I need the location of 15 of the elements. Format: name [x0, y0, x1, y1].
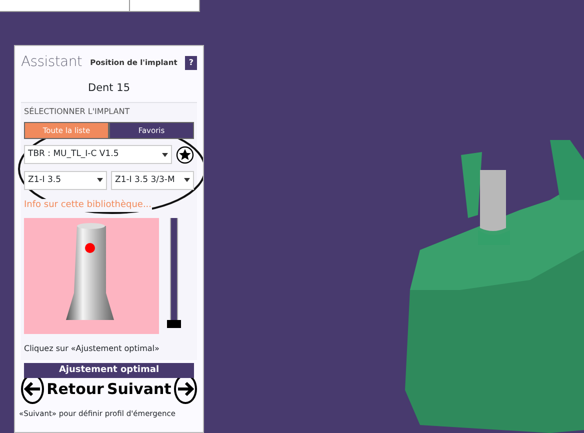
panel-title: Assistant	[21, 53, 82, 72]
slider-thumb[interactable]	[167, 320, 181, 328]
next-button[interactable]: Suivant	[106, 378, 172, 400]
library-dropdown[interactable]: TBR : MU_TL_I-C V1.5	[24, 145, 172, 164]
left-arrow-icon	[23, 380, 42, 397]
section-heading: SÉLECTIONNER L'IMPLANT	[24, 106, 131, 118]
right-arrow-icon	[176, 380, 195, 397]
size-dropdown[interactable]: Z1-I 3.5 3/3-M	[111, 170, 194, 190]
tooth-label: Dent 15	[86, 81, 131, 96]
depth-slider[interactable]	[167, 218, 181, 328]
back-button[interactable]: Retour	[46, 378, 104, 400]
optimal-fit-button[interactable]: Ajustement optimal	[24, 363, 194, 378]
help-button[interactable]: ?	[185, 56, 197, 70]
hint-text: Cliquez sur «Ajustement optimal»	[24, 342, 160, 355]
size-dropdown[interactable]: Z1-I 3.5	[24, 170, 107, 190]
